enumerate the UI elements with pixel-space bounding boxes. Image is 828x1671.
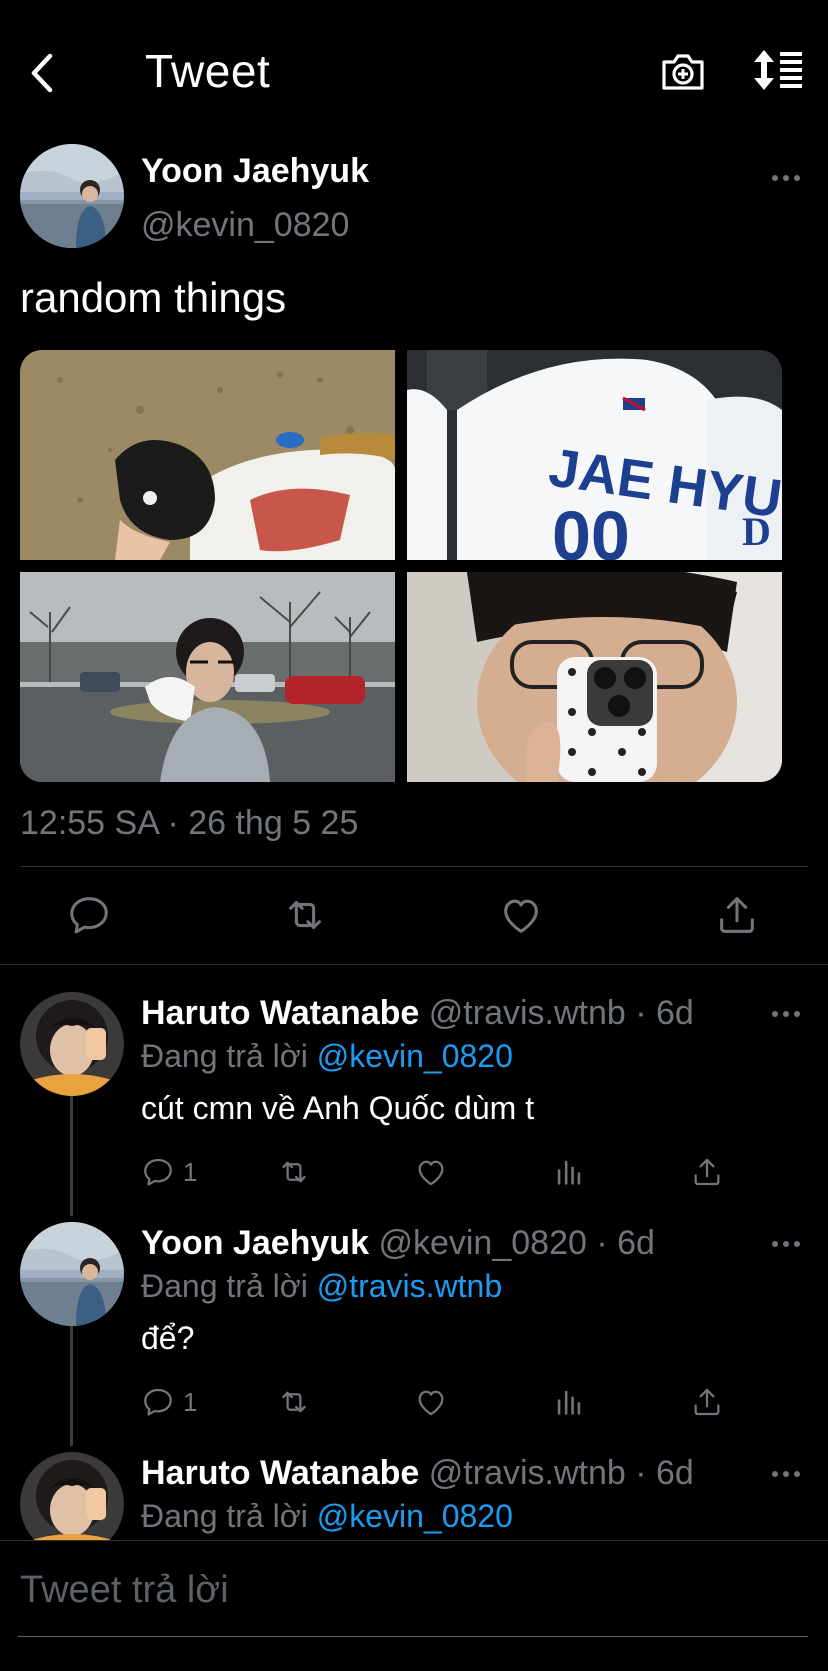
author-name[interactable]: Yoon Jaehyuk (141, 1224, 369, 1262)
author-handle[interactable]: @travis.wtnb · 6d (429, 1454, 694, 1492)
svg-text:00: 00 (552, 497, 630, 560)
replying-prefix: Đang trả lời (141, 1498, 308, 1534)
reply-header: Haruto Watanabe @travis.wtnb · 6d (141, 1454, 694, 1493)
more-icon[interactable] (768, 1004, 804, 1024)
author-name[interactable]: Haruto Watanabe (141, 994, 419, 1032)
tweet-timestamp: 12:55 SA · 26 thg 5 25 (20, 804, 359, 842)
chevron-left-icon (31, 53, 53, 93)
share-icon[interactable] (714, 892, 760, 938)
reply-text: cút cmn về Anh Quốc dùm t (141, 1090, 535, 1126)
author-handle[interactable]: @kevin_0820 · 6d (378, 1224, 654, 1262)
like-icon[interactable] (498, 892, 544, 938)
more-icon[interactable] (768, 1234, 804, 1254)
sort-button[interactable] (752, 48, 804, 92)
page-title: Tweet (145, 45, 271, 97)
views-button[interactable] (552, 1384, 586, 1420)
photo-mirror-selfie[interactable] (407, 572, 782, 782)
replying-to: Đang trả lời @travis.wtnb (141, 1268, 502, 1305)
avatar[interactable] (20, 992, 124, 1096)
thread-line (70, 1326, 73, 1446)
share-icon (690, 1385, 724, 1419)
mention-link[interactable]: @kevin_0820 (317, 1498, 513, 1534)
reply-icon (141, 1385, 175, 1419)
share-button[interactable] (690, 1384, 724, 1420)
retweet-button[interactable] (277, 1384, 311, 1420)
reply-button[interactable]: 1 (141, 1384, 197, 1420)
camera-button[interactable] (660, 48, 706, 94)
divider (20, 866, 808, 867)
like-icon (414, 1155, 448, 1189)
reply-text: để? (141, 1320, 195, 1356)
photo-parking-lot-portrait[interactable] (20, 572, 395, 782)
like-icon (414, 1385, 448, 1419)
reply-input[interactable] (18, 1566, 812, 1614)
share-icon (690, 1155, 724, 1189)
reply-count: 1 (183, 1156, 198, 1187)
retweet-icon (277, 1155, 311, 1189)
author-handle[interactable]: @travis.wtnb · 6d (429, 994, 694, 1032)
replying-to: Đang trả lời @kevin_0820 (141, 1498, 513, 1535)
avatar[interactable] (20, 1222, 124, 1326)
reply-icon (141, 1155, 175, 1189)
author-handle[interactable]: @kevin_0820 (141, 206, 349, 245)
views-button[interactable] (552, 1154, 586, 1190)
replying-prefix: Đang trả lời (141, 1038, 308, 1074)
reply-count: 1 (183, 1386, 198, 1417)
camera-plus-icon (662, 54, 704, 90)
reply-input-underline (18, 1636, 808, 1637)
retweet-button[interactable] (277, 1154, 311, 1190)
stats-icon (552, 1385, 586, 1419)
mention-link[interactable]: @kevin_0820 (317, 1038, 513, 1074)
reply-button[interactable]: 1 (141, 1154, 197, 1190)
photo-glove-on-grass[interactable] (20, 350, 395, 560)
reply-header: Yoon Jaehyuk @kevin_0820 · 6d (141, 1224, 655, 1263)
like-button[interactable] (414, 1384, 448, 1420)
reply-header: Haruto Watanabe @travis.wtnb · 6d (141, 994, 694, 1033)
reply-icon[interactable] (66, 892, 112, 938)
more-icon[interactable] (768, 1464, 804, 1484)
share-button[interactable] (690, 1154, 724, 1190)
replying-prefix: Đang trả lời (141, 1268, 308, 1304)
author-name[interactable]: Yoon Jaehyuk (141, 152, 369, 191)
like-button[interactable] (414, 1154, 448, 1190)
mention-link[interactable]: @travis.wtnb (317, 1268, 502, 1304)
sort-list-icon (754, 50, 802, 90)
retweet-icon[interactable] (282, 892, 328, 938)
thread-line (70, 1096, 73, 1216)
retweet-icon (277, 1385, 311, 1419)
more-icon[interactable] (768, 168, 804, 188)
avatar[interactable] (20, 144, 124, 248)
back-button[interactable] (24, 48, 64, 98)
divider (0, 964, 828, 965)
author-name[interactable]: Haruto Watanabe (141, 1454, 419, 1492)
stats-icon (552, 1155, 586, 1189)
photo-jae-hyuk-jersey[interactable]: JAE HYUK 00 D (407, 350, 782, 560)
replying-to: Đang trả lời @kevin_0820 (141, 1038, 513, 1075)
tweet-text: random things (20, 274, 287, 321)
svg-text:D: D (742, 509, 771, 554)
